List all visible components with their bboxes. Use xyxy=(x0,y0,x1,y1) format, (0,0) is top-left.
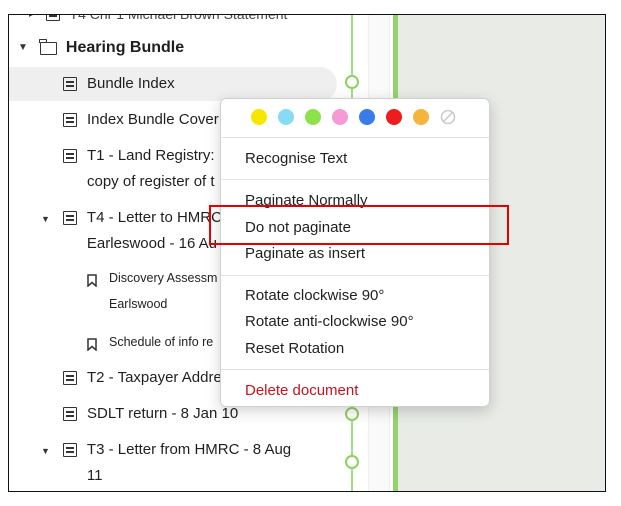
tree-item-bundle-index[interactable]: Bundle Index xyxy=(63,71,175,97)
document-icon xyxy=(63,149,77,163)
color-swatch-pink[interactable] xyxy=(332,109,348,125)
color-swatch-red[interactable] xyxy=(386,109,402,125)
menu-item-delete-document[interactable]: Delete document xyxy=(245,381,358,401)
tree-item-t2-taxpayer[interactable]: T2 - Taxpayer Addre xyxy=(63,365,222,391)
color-swatch-blue[interactable] xyxy=(359,109,375,125)
document-icon xyxy=(62,211,77,225)
menu-separator xyxy=(221,369,489,370)
document-icon xyxy=(63,371,77,385)
tree-item-index-bundle-cover[interactable]: Index Bundle Cover xyxy=(63,107,219,133)
document-icon xyxy=(62,443,77,457)
screenshot-frame: ▸ T4 Chr 1 Michael Brown Statement ▼ Hea… xyxy=(8,14,606,492)
bookmark-icon xyxy=(87,334,97,352)
caret-down-icon[interactable]: ▼ xyxy=(18,35,28,61)
tree-folder-hearing-bundle[interactable]: ▼ Hearing Bundle xyxy=(18,35,184,61)
folder-icon xyxy=(39,39,57,55)
menu-separator xyxy=(221,179,489,180)
color-swatch-green[interactable] xyxy=(305,109,321,125)
context-menu: Recognise Text Paginate Normally Do not … xyxy=(220,98,490,407)
menu-separator xyxy=(221,275,489,276)
caret-right-icon: ▸ xyxy=(29,14,34,19)
annotation-highlight-box xyxy=(209,205,509,245)
color-swatches xyxy=(251,109,456,125)
menu-item-reset-rotation[interactable]: Reset Rotation xyxy=(245,339,344,359)
tree-item-discovery-assessment[interactable]: Discovery Assessm Earlswood xyxy=(87,265,217,317)
tree-item-t3-letter[interactable]: ▼ T3 - Letter from HMRC - 8 Aug 11 xyxy=(41,437,291,489)
document-icon xyxy=(63,407,77,421)
menu-item-rotate-clockwise[interactable]: Rotate clockwise 90° xyxy=(245,286,384,306)
menu-item-paginate-as-insert[interactable]: Paginate as insert xyxy=(245,244,365,264)
bookmark-icon xyxy=(87,270,97,288)
caret-down-icon[interactable]: ▼ xyxy=(41,206,50,232)
document-icon xyxy=(63,77,77,91)
tree-item-sdlt-return[interactable]: SDLT return - 8 Jan 10 xyxy=(63,401,238,427)
color-swatch-light-blue[interactable] xyxy=(278,109,294,125)
document-icon xyxy=(45,15,60,21)
tree-item-schedule-of-info[interactable]: Schedule of info re xyxy=(87,329,213,355)
color-swatch-yellow[interactable] xyxy=(251,109,267,125)
no-color-icon[interactable] xyxy=(440,109,456,125)
tree-item-t1-land-registry[interactable]: T1 - Land Registry: copy of register of … xyxy=(63,143,215,195)
color-swatch-orange[interactable] xyxy=(413,109,429,125)
tree-item-cut-off[interactable]: ▸ T4 Chr 1 Michael Brown Statement xyxy=(29,14,287,27)
menu-item-recognise-text[interactable]: Recognise Text xyxy=(245,149,347,169)
document-icon xyxy=(63,113,77,127)
tree-item-t4-letter[interactable]: ▼ T4 - Letter to HMRC Earleswood - 16 Au xyxy=(41,205,222,257)
caret-down-icon[interactable]: ▼ xyxy=(41,438,50,464)
menu-item-rotate-anticlockwise[interactable]: Rotate anti-clockwise 90° xyxy=(245,312,414,332)
menu-separator xyxy=(221,137,489,138)
